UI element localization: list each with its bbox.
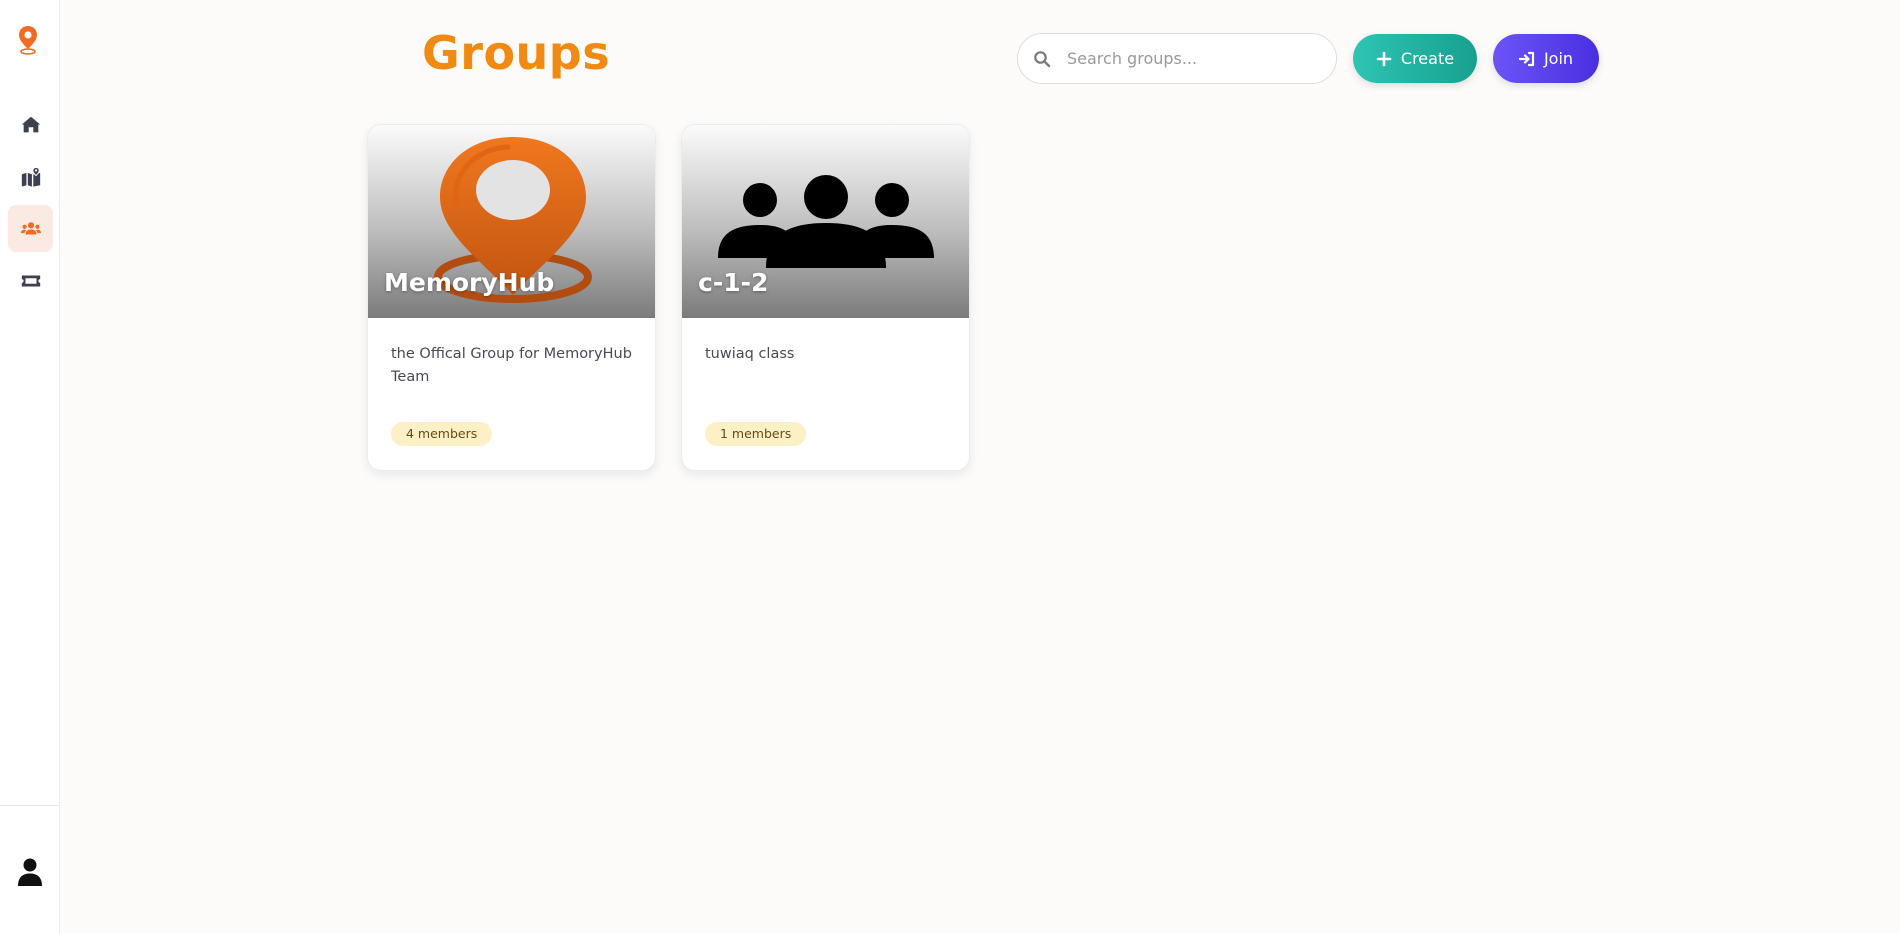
sidebar-item-groups[interactable]: [8, 205, 53, 252]
logo-pin-icon[interactable]: [17, 25, 39, 55]
group-card[interactable]: MemoryHub the Offical Group for MemoryHu…: [367, 124, 656, 471]
group-card[interactable]: c-1-2 tuwiaq class 1 members: [681, 124, 970, 471]
map-location-icon: [21, 166, 40, 187]
member-count-badge: 1 members: [705, 422, 807, 446]
user-profile-icon[interactable]: [16, 857, 44, 887]
join-group-button[interactable]: Join: [1493, 34, 1599, 83]
sidebar-item-home[interactable]: [8, 101, 53, 148]
search-box[interactable]: [1017, 33, 1337, 84]
sign-in-icon: [1518, 51, 1535, 66]
users-group-icon: [718, 175, 934, 268]
sidebar: [0, 0, 60, 933]
group-description: the Offical Group for MemoryHub Team: [391, 346, 632, 385]
group-name: c-1-2: [698, 268, 769, 297]
group-card-image: c-1-2: [682, 125, 969, 318]
sidebar-item-tickets[interactable]: [8, 257, 53, 304]
home-icon: [21, 116, 40, 132]
users-icon: [20, 221, 41, 234]
ticket-icon: [21, 275, 40, 286]
group-description: tuwiaq class: [705, 346, 795, 362]
group-card-image: MemoryHub: [368, 125, 655, 318]
create-button-label: Create: [1400, 49, 1455, 68]
page-title: Groups: [422, 26, 611, 80]
sidebar-divider: [0, 805, 59, 806]
create-group-button[interactable]: Create: [1353, 34, 1477, 83]
member-count-badge: 4 members: [391, 422, 493, 446]
join-button-label: Join: [1543, 49, 1574, 68]
search-input[interactable]: [1067, 49, 1307, 68]
group-name: MemoryHub: [384, 268, 555, 297]
plus-icon: [1376, 51, 1392, 66]
sidebar-item-map[interactable]: [8, 153, 53, 200]
search-icon: [1034, 50, 1051, 67]
